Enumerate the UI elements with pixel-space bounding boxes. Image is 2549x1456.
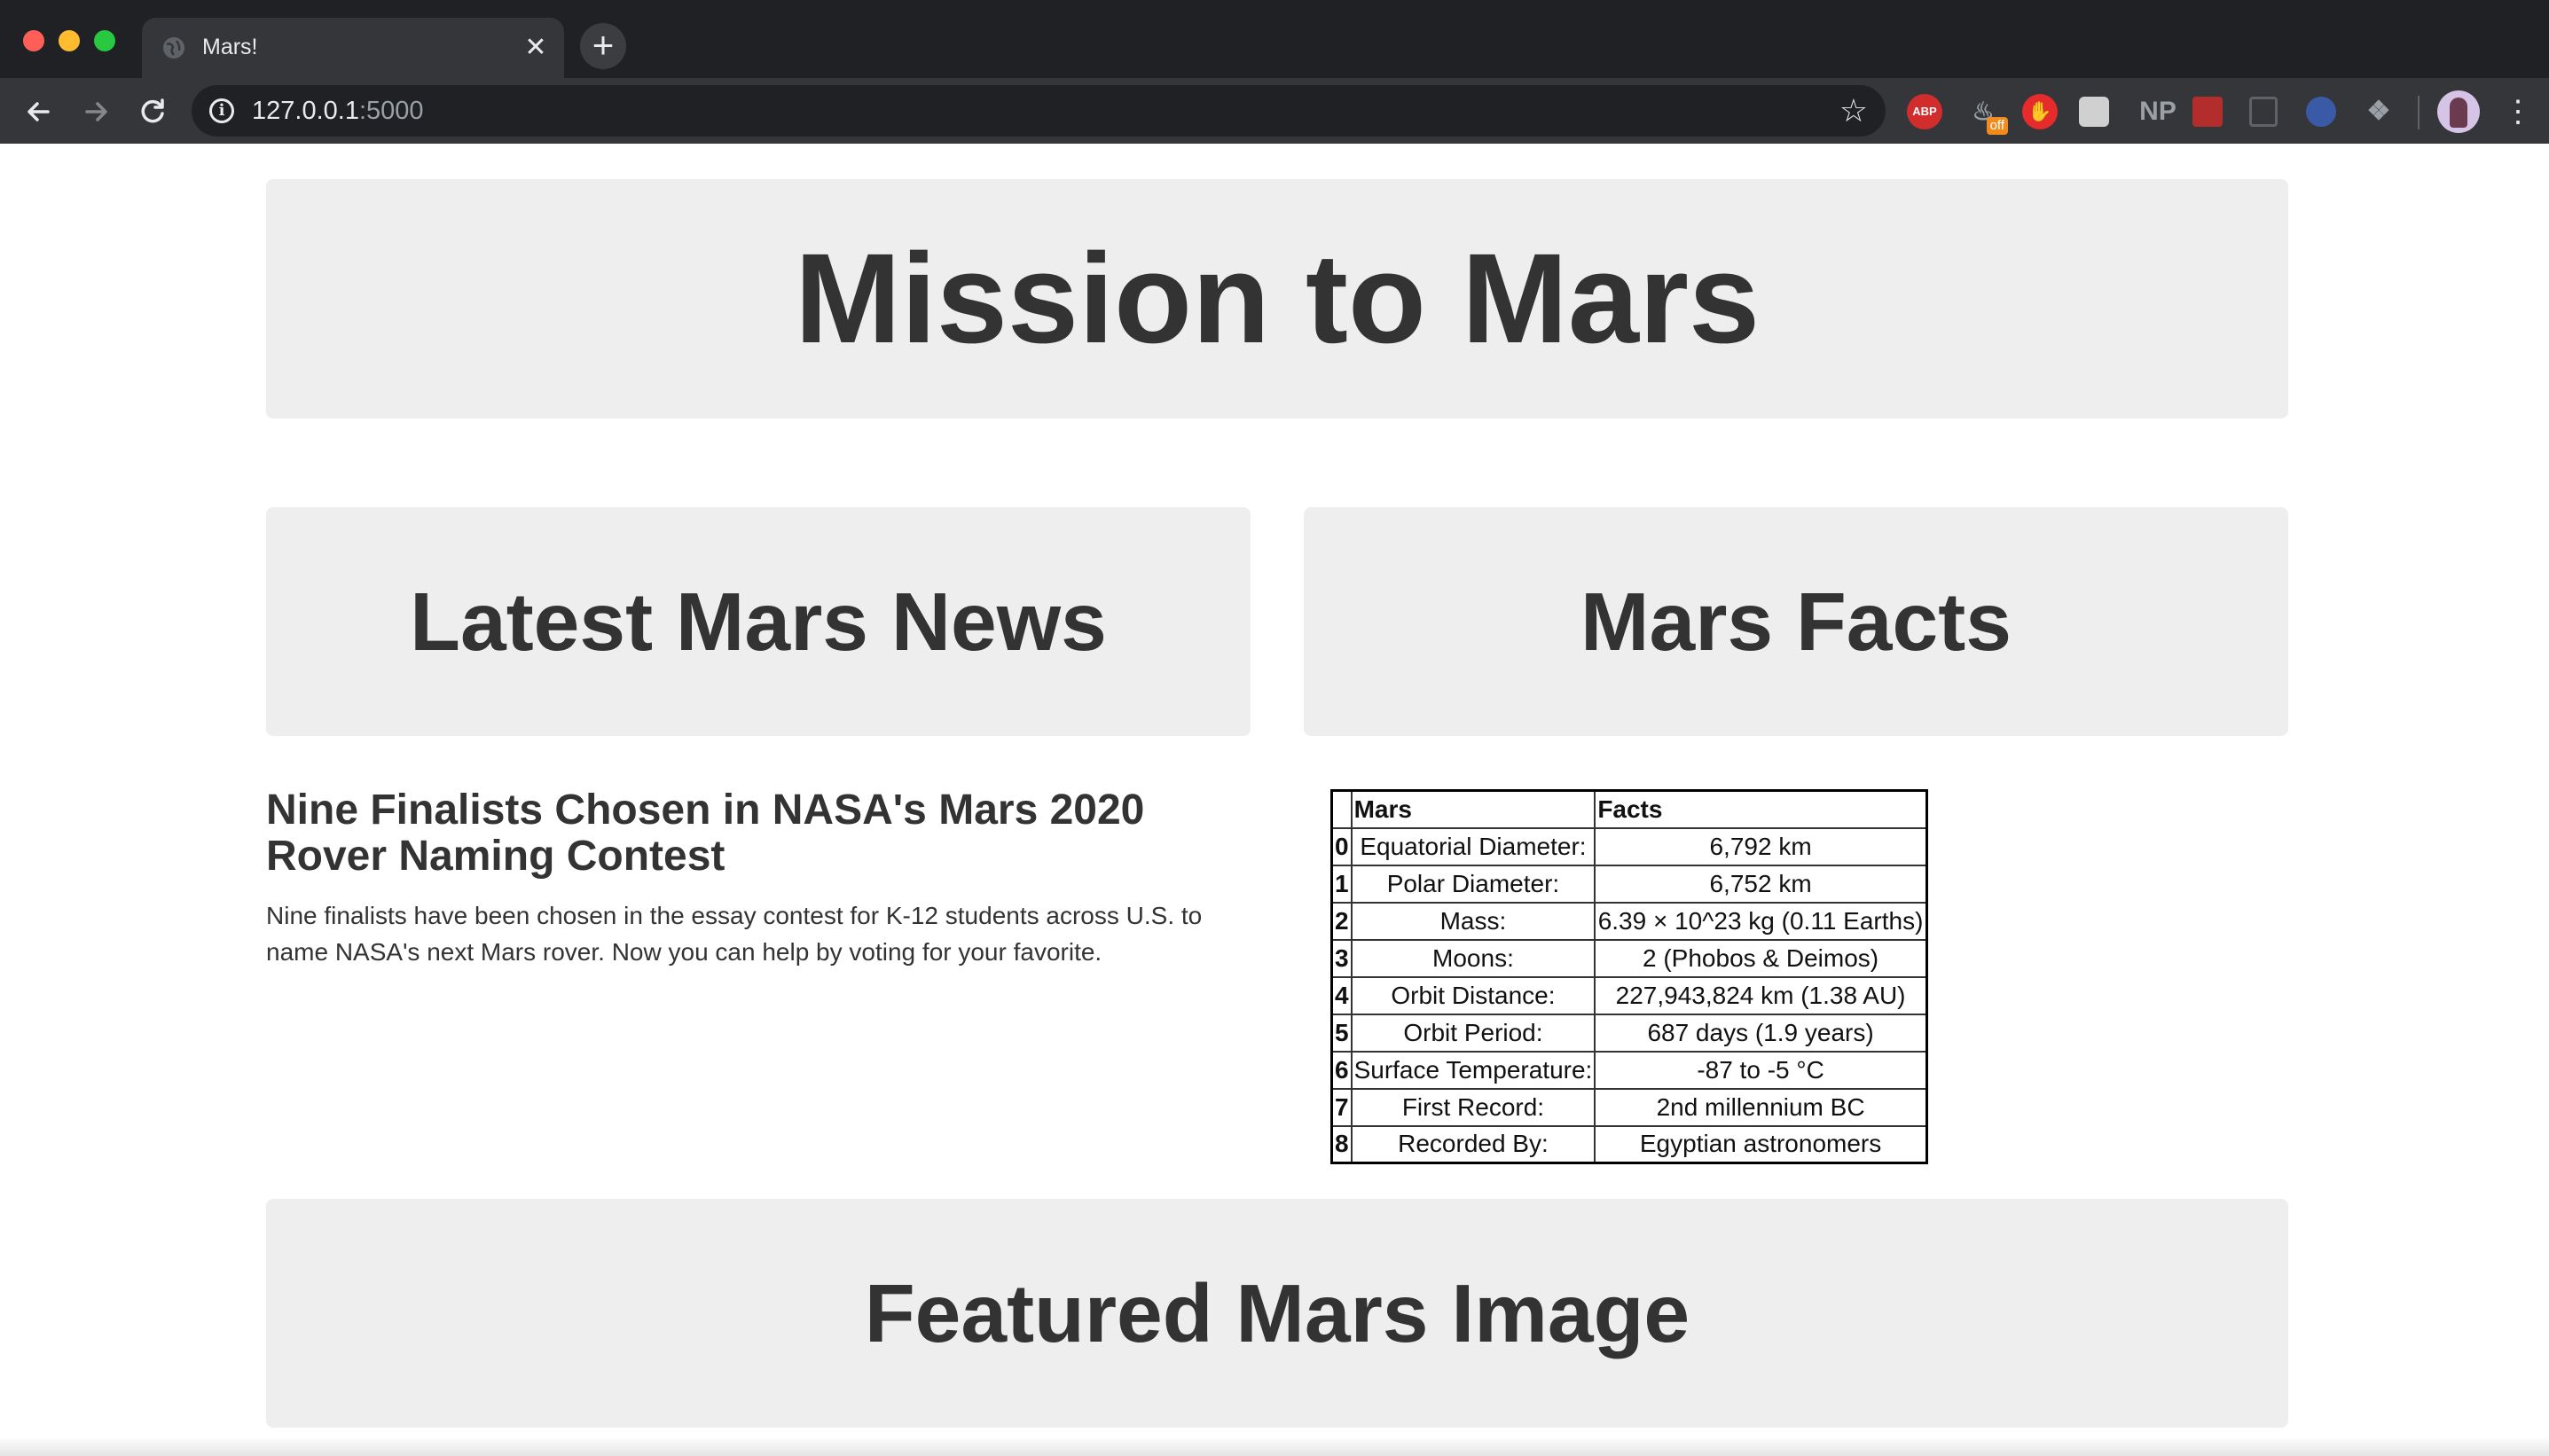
toolbar-divider (2418, 96, 2420, 129)
main-jumbotron: Mission to Mars (266, 179, 2288, 419)
maximize-window-button[interactable] (94, 30, 115, 51)
star-icon[interactable]: ☆ (1839, 94, 1868, 128)
row-index: 6 (1330, 1050, 1353, 1090)
reload-icon (141, 98, 164, 123)
stop-hand-extension-icon[interactable]: ✋ (2022, 94, 2058, 129)
globe-icon (163, 37, 184, 59)
table-row: 8 Recorded By: Egyptian astronomers (1330, 1124, 1928, 1164)
forward-button[interactable] (76, 92, 115, 131)
row-index: 5 (1330, 1013, 1353, 1053)
url-text[interactable]: 127.0.0.1:5000 (252, 97, 424, 126)
window-bottom-edge (0, 1436, 2549, 1456)
close-window-button[interactable] (23, 30, 44, 51)
news-title: Nine Finalists Chosen in NASA's Mars 202… (266, 787, 1145, 880)
fact-label: Mass: (1350, 901, 1596, 941)
fact-label: Orbit Distance: (1350, 975, 1596, 1015)
tab-mars[interactable]: Mars! ✕ (142, 18, 564, 78)
forward-arrow-icon (85, 102, 107, 121)
np-extension-icon[interactable]: NP (2134, 94, 2182, 129)
row-index: 0 (1330, 826, 1353, 866)
info-icon[interactable]: i (209, 98, 234, 123)
news-jumbotron: Latest Mars News (266, 507, 1251, 736)
fact-value: 2 (Phobos & Deimos) (1594, 938, 1928, 978)
flag-extension-icon[interactable] (2306, 97, 2336, 127)
facts-heading: Mars Facts (1580, 575, 2012, 668)
fact-label: Equatorial Diameter: (1350, 826, 1596, 866)
row-index: 8 (1330, 1124, 1353, 1164)
row-index: 1 (1330, 864, 1353, 904)
page-extension-icon[interactable] (2249, 97, 2278, 127)
table-header-facts: Facts (1594, 789, 1928, 829)
table-row: 2 Mass: 6.39 × 10^23 kg (0.11 Earths) (1330, 901, 1928, 941)
dropbox-extension-icon[interactable]: ❖ (2361, 94, 2396, 129)
back-button[interactable] (20, 92, 59, 131)
news-paragraph: Nine finalists have been chosen in the e… (266, 902, 1203, 966)
minimize-window-button[interactable] (59, 30, 80, 51)
tab-strip: Mars! ✕ + (0, 0, 2549, 78)
flame-extension-icon[interactable]: ♨ off (1965, 94, 2008, 135)
featured-image-heading: Featured Mars Image (864, 1266, 1690, 1359)
fact-label: Polar Diameter: (1350, 864, 1596, 904)
adblock-extension-icon[interactable]: ABP (1907, 94, 1942, 129)
fact-label: Orbit Period: (1350, 1013, 1596, 1053)
browser-chrome: Mars! ✕ + i 127.0.0.1:5000 ☆ ABP ♨ off ✋ … (0, 0, 2549, 144)
fact-value: 6,752 km (1594, 864, 1928, 904)
profile-avatar[interactable] (2437, 90, 2480, 133)
url-host: 127.0.0.1 (252, 97, 359, 125)
fact-value: Egyptian astronomers (1594, 1124, 1928, 1164)
menu-icon[interactable]: ⋮ (2503, 90, 2533, 133)
fact-label: Recorded By: (1350, 1124, 1596, 1164)
table-row: 4 Orbit Distance: 227,943,824 km (1.38 A… (1330, 975, 1928, 1015)
row-index: 2 (1330, 901, 1353, 941)
fact-value: 227,943,824 km (1.38 AU) (1594, 975, 1928, 1015)
featured-image-jumbotron: Featured Mars Image (266, 1199, 2288, 1428)
table-row: 1 Polar Diameter: 6,752 km (1330, 864, 1928, 904)
fact-value: -87 to -5 °C (1594, 1050, 1928, 1090)
table-header-index (1330, 789, 1353, 829)
page-title: Mission to Mars (794, 227, 1761, 370)
table-row: 0 Equatorial Diameter: 6,792 km (1330, 826, 1928, 866)
reload-button[interactable] (133, 92, 172, 131)
table-row: 5 Orbit Period: 687 days (1.9 years) (1330, 1013, 1928, 1053)
bookmark-extension-icon[interactable] (2192, 97, 2223, 127)
table-row: 6 Surface Temperature: -87 to -5 °C (1330, 1050, 1928, 1090)
fact-label: Surface Temperature: (1350, 1050, 1596, 1090)
table-row: 3 Moons: 2 (Phobos & Deimos) (1330, 938, 1928, 978)
row-index: 3 (1330, 938, 1353, 978)
extension-off-badge: off (1986, 117, 2008, 135)
fact-value: 6.39 × 10^23 kg (0.11 Earths) (1594, 901, 1928, 941)
new-tab-button[interactable]: + (580, 23, 626, 69)
cube-extension-icon[interactable] (2079, 97, 2109, 127)
address-bar[interactable]: i 127.0.0.1:5000 ☆ (192, 85, 1886, 137)
close-tab-icon[interactable]: ✕ (522, 34, 550, 62)
back-arrow-icon (27, 102, 50, 121)
fact-value: 687 days (1.9 years) (1594, 1013, 1928, 1053)
tab-title: Mars! (202, 35, 258, 59)
row-index: 4 (1330, 975, 1353, 1015)
mars-facts-table: Mars Facts 0 Equatorial Diameter: 6,792 … (1330, 789, 1928, 1164)
facts-jumbotron: Mars Facts (1304, 507, 2288, 736)
fact-value: 2nd millennium BC (1594, 1087, 1928, 1127)
table-row: 7 First Record: 2nd millennium BC (1330, 1087, 1928, 1127)
table-header-mars: Mars (1350, 789, 1596, 829)
fact-value: 6,792 km (1594, 826, 1928, 866)
news-heading: Latest Mars News (410, 575, 1107, 668)
row-index: 7 (1330, 1087, 1353, 1127)
table-header-row: Mars Facts (1330, 789, 1928, 829)
fact-label: First Record: (1350, 1087, 1596, 1127)
url-port: :5000 (358, 97, 424, 125)
fact-label: Moons: (1350, 938, 1596, 978)
